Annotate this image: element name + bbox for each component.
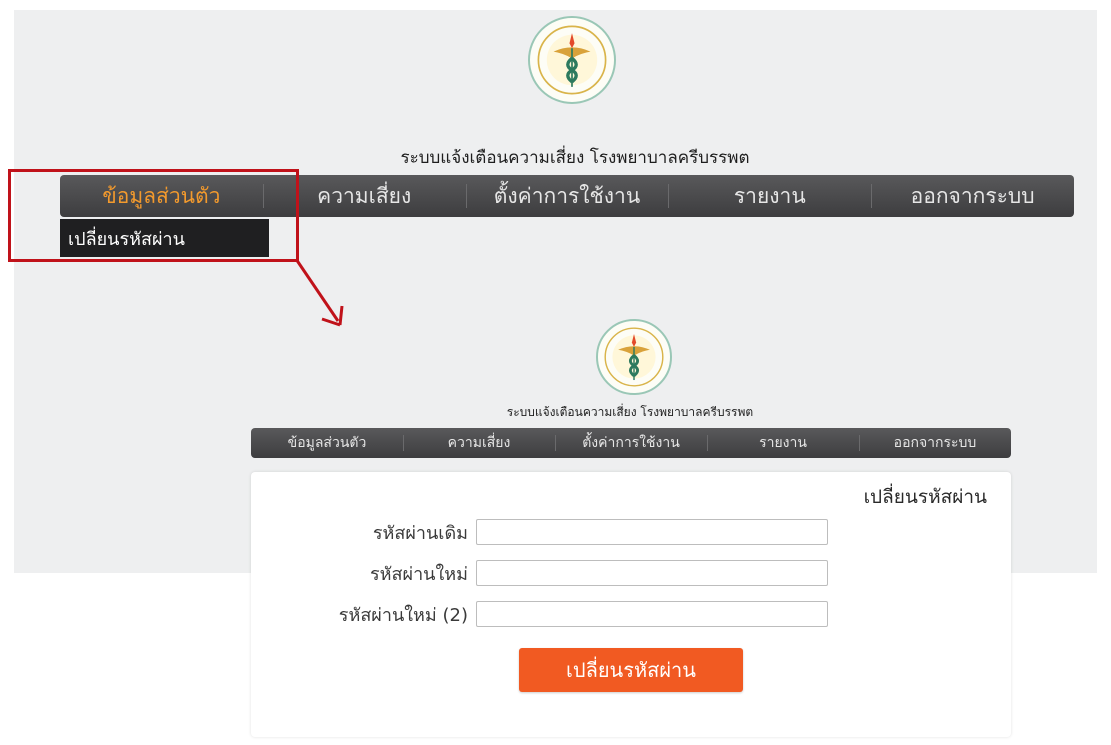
old-password-row: รหัสผ่านเดิม <box>251 519 828 545</box>
confirm-password-label: รหัสผ่านใหม่ (2) <box>338 604 468 626</box>
new-password-label: รหัสผ่านใหม่ <box>370 563 468 585</box>
page-nav-item-logout[interactable]: ออกจากระบบ <box>859 428 1011 458</box>
hospital-logo-small-icon <box>596 319 672 395</box>
old-password-label: รหัสผ่านเดิม <box>372 522 468 544</box>
page-nav-item-profile[interactable]: ข้อมูลส่วนตัว <box>251 428 403 458</box>
new-password-row: รหัสผ่านใหม่ <box>251 560 828 586</box>
system-title-small: ระบบแจ้งเตือนความเสี่ยง โรงพยาบาลครีบรรพ… <box>506 405 754 419</box>
nav-item-logout[interactable]: ออกจากระบบ <box>871 175 1074 217</box>
change-password-button[interactable]: เปลี่ยนรหัสผ่าน <box>519 648 743 692</box>
hospital-logo-icon <box>528 16 616 104</box>
page-nav-bar: ข้อมูลส่วนตัว ความเสี่ยง ตั้งค่าการใช้งา… <box>251 428 1011 458</box>
form-heading: เปลี่ยนรหัสผ่าน <box>863 486 987 508</box>
new-password-input[interactable] <box>476 560 828 586</box>
old-password-input[interactable] <box>476 519 828 545</box>
page-nav-item-settings[interactable]: ตั้งค่าการใช้งาน <box>555 428 707 458</box>
confirm-password-row: รหัสผ่านใหม่ (2) <box>251 601 828 627</box>
confirm-password-input[interactable] <box>476 601 828 627</box>
nav-item-report[interactable]: รายงาน <box>668 175 871 217</box>
highlight-box <box>8 169 299 262</box>
nav-item-settings[interactable]: ตั้งค่าการใช้งาน <box>465 175 669 217</box>
page-nav-item-risk[interactable]: ความเสี่ยง <box>403 428 555 458</box>
page-nav-item-report[interactable]: รายงาน <box>707 428 859 458</box>
arrow-down-right-icon <box>294 258 344 327</box>
change-password-form: เปลี่ยนรหัสผ่าน รหัสผ่านเดิม รหัสผ่านใหม… <box>251 472 1011 737</box>
system-title: ระบบแจ้งเตือนความเสี่ยง โรงพยาบาลครีบรรพ… <box>400 148 750 168</box>
